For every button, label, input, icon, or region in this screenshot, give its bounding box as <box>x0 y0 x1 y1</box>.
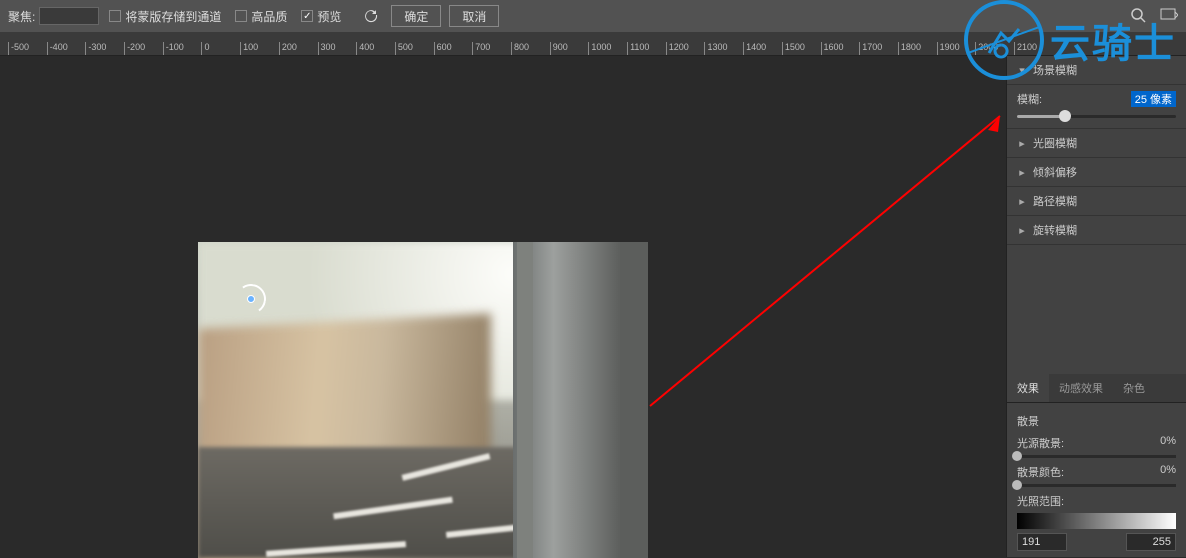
light-range-low[interactable] <box>1017 533 1067 551</box>
light-range-high[interactable] <box>1126 533 1176 551</box>
ruler-tick: 300 <box>318 42 336 56</box>
chevron-right-icon: ▸ <box>1017 166 1027 179</box>
ruler-tick: 1800 <box>898 42 921 56</box>
effects-tabs: 效果 动感效果 杂色 <box>1007 374 1186 403</box>
horizontal-ruler: -500 -400 -300 -200 -100 0 100 200 300 400 500 600 7… <box>0 32 1186 56</box>
chevron-right-icon: ▸ <box>1017 224 1027 237</box>
workspace: ▾ 场景模糊 模糊: 25 像素 ▸ 光圈模糊 ▸ 倾斜偏移 <box>0 56 1186 557</box>
ruler-tick: 0 <box>201 42 209 56</box>
high-quality-checkbox[interactable]: 高品质 <box>235 8 287 25</box>
bokeh-title: 散景 <box>1017 413 1176 429</box>
bokeh-color-value[interactable]: 0% <box>1160 464 1176 480</box>
tab-effects[interactable]: 效果 <box>1007 374 1049 402</box>
light-bokeh-slider[interactable] <box>1017 455 1176 458</box>
ruler-tick: 800 <box>511 42 529 56</box>
field-blur-label: 场景模糊 <box>1033 62 1176 78</box>
preview-label: 预览 <box>317 8 341 25</box>
save-mask-checkbox[interactable]: 将蒙版存储到通道 <box>109 8 221 25</box>
bokeh-color-slider[interactable] <box>1017 484 1176 487</box>
iris-blur-section[interactable]: ▸ 光圈模糊 <box>1007 129 1186 158</box>
ruler-tick: -200 <box>124 42 145 56</box>
checkbox-icon <box>235 10 247 22</box>
checkbox-icon <box>109 10 121 22</box>
blur-gallery-panel: ▾ 场景模糊 模糊: 25 像素 ▸ 光圈模糊 ▸ 倾斜偏移 <box>1006 56 1186 557</box>
blur-slider[interactable] <box>1017 115 1176 118</box>
ok-label: 确定 <box>404 8 428 25</box>
ruler-tick: 2000 <box>975 42 998 56</box>
ruler-tick: 1400 <box>743 42 766 56</box>
options-bar: 聚焦: 将蒙版存储到通道 高品质 ✓ 预览 确定 取消 <box>0 0 1186 32</box>
blur-amount-control: 模糊: 25 像素 <box>1007 85 1186 129</box>
tilt-shift-label: 倾斜偏移 <box>1033 164 1176 180</box>
canvas-area[interactable] <box>0 56 1006 557</box>
focus-input[interactable] <box>39 7 99 25</box>
ruler-tick: 1700 <box>859 42 882 56</box>
document-canvas[interactable] <box>198 242 648 558</box>
ruler-tick: 600 <box>434 42 452 56</box>
ruler-tick: 700 <box>472 42 490 56</box>
tilt-shift-section[interactable]: ▸ 倾斜偏移 <box>1007 158 1186 187</box>
cancel-button[interactable]: 取消 <box>449 5 499 27</box>
preview-checkbox[interactable]: ✓ 预览 <box>301 8 341 25</box>
focus-label: 聚焦: <box>8 8 35 25</box>
blur-value[interactable]: 25 像素 <box>1131 91 1176 107</box>
slider-thumb[interactable] <box>1059 110 1071 122</box>
light-bokeh-label: 光源散景: <box>1017 435 1064 451</box>
blur-label: 模糊: <box>1017 91 1042 107</box>
tab-noise[interactable]: 杂色 <box>1113 374 1155 402</box>
ruler-tick: 500 <box>395 42 413 56</box>
ruler-tick: -400 <box>47 42 68 56</box>
ruler-tick: 1600 <box>821 42 844 56</box>
spin-blur-section[interactable]: ▸ 旋转模糊 <box>1007 216 1186 245</box>
ruler-tick: -100 <box>163 42 184 56</box>
chevron-right-icon: ▸ <box>1017 137 1027 150</box>
high-quality-label: 高品质 <box>251 8 287 25</box>
blur-pin[interactable] <box>236 284 266 314</box>
ruler-tick: 1300 <box>704 42 727 56</box>
ruler-tick: 900 <box>550 42 568 56</box>
screen-mode-icon[interactable] <box>1160 8 1178 25</box>
cancel-label: 取消 <box>462 8 486 25</box>
search-icon[interactable] <box>1130 7 1146 26</box>
chevron-down-icon: ▾ <box>1017 64 1027 77</box>
spin-blur-label: 旋转模糊 <box>1033 222 1176 238</box>
ok-button[interactable]: 确定 <box>391 5 441 27</box>
light-range-label: 光照范围: <box>1017 493 1176 509</box>
light-bokeh-value[interactable]: 0% <box>1160 435 1176 451</box>
path-blur-section[interactable]: ▸ 路径模糊 <box>1007 187 1186 216</box>
ruler-tick: 1100 <box>627 42 649 56</box>
ruler-tick: 200 <box>279 42 297 56</box>
ruler-tick: -300 <box>85 42 106 56</box>
pin-center-icon <box>247 295 255 303</box>
tab-motion-effects[interactable]: 动感效果 <box>1049 374 1113 402</box>
light-range-gradient[interactable] <box>1017 513 1176 529</box>
ruler-tick: 400 <box>356 42 374 56</box>
photo-building-right <box>513 242 648 558</box>
checkbox-checked-icon: ✓ <box>301 10 313 22</box>
ruler-tick: 1900 <box>937 42 960 56</box>
ruler-tick: 1000 <box>588 42 611 56</box>
chevron-right-icon: ▸ <box>1017 195 1027 208</box>
reset-icon[interactable] <box>359 6 383 26</box>
save-mask-label: 将蒙版存储到通道 <box>125 8 221 25</box>
ruler-tick: 2100 <box>1014 42 1037 56</box>
field-blur-section[interactable]: ▾ 场景模糊 <box>1007 56 1186 85</box>
ruler-tick: 100 <box>240 42 258 56</box>
ruler-tick: 1500 <box>782 42 805 56</box>
slider-fill <box>1017 115 1065 118</box>
slider-thumb[interactable] <box>1012 480 1022 490</box>
iris-blur-label: 光圈模糊 <box>1033 135 1176 151</box>
ruler-tick: -500 <box>8 42 29 56</box>
effects-panel: 效果 动感效果 杂色 散景 光源散景: 0% 散景颜色: 0% <box>1007 374 1186 557</box>
ruler-tick: 1200 <box>666 42 689 56</box>
bokeh-color-label: 散景颜色: <box>1017 464 1064 480</box>
slider-thumb[interactable] <box>1012 451 1022 461</box>
path-blur-label: 路径模糊 <box>1033 193 1176 209</box>
